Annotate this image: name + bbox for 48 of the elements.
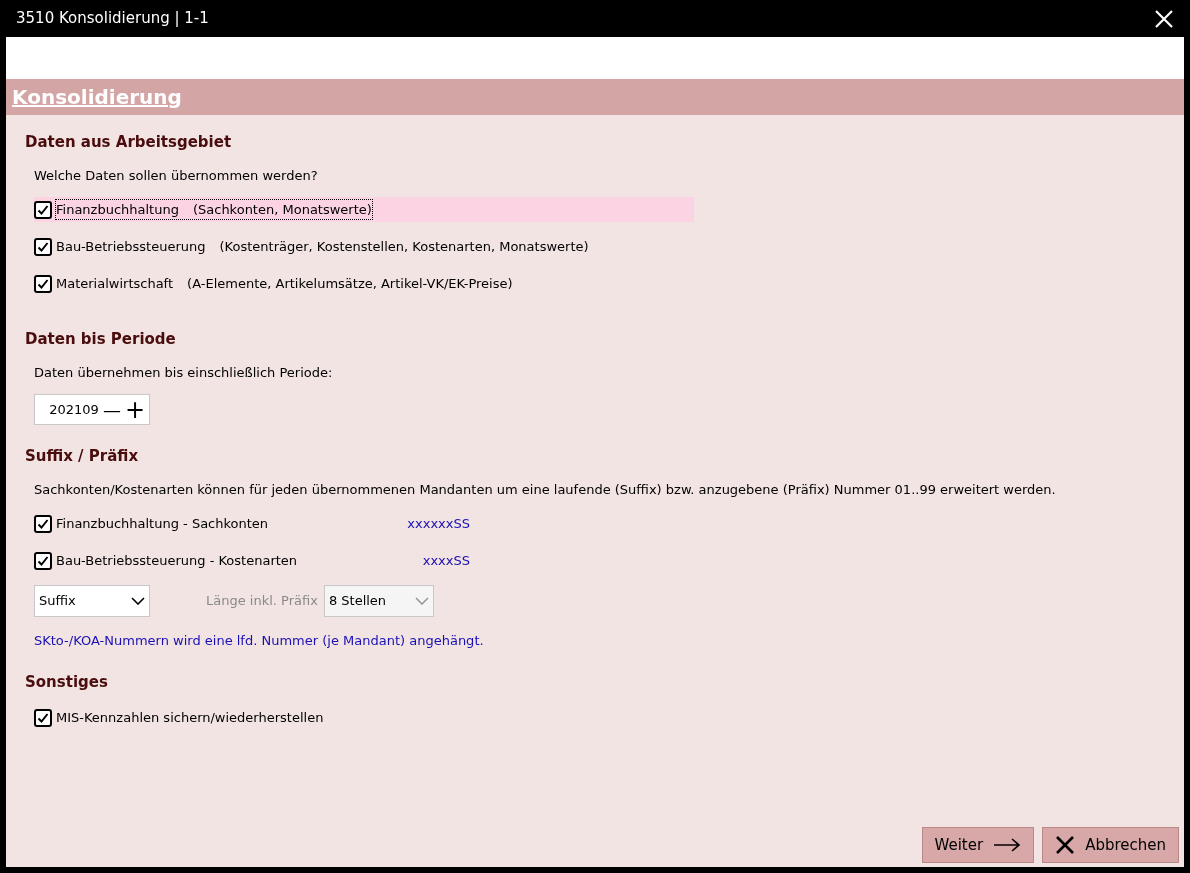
section-description: Welche Daten sollen übernommen werden? — [34, 166, 319, 185]
cancel-button[interactable]: Abbrechen — [1042, 827, 1179, 863]
checkbox-label[interactable]: Materialwirtschaft (A-Elemente, Artikelumsätze, Artikel-VK/EK-Preise) — [56, 273, 513, 294]
caret-icon — [414, 597, 429, 605]
option-detail: (Sachkonten, Monatswerte) — [192, 200, 372, 219]
arrow-right-icon — [993, 838, 1022, 852]
option-name: Materialwirtschaft — [56, 274, 174, 293]
checkbox[interactable] — [34, 237, 52, 256]
checkbox[interactable] — [34, 200, 52, 219]
increment-button[interactable]: + — [124, 397, 145, 422]
section-heading: Suffix / Präfix — [25, 446, 140, 467]
checkmark-icon — [37, 277, 49, 290]
window-title: 3510 Konsolidierung | 1-1 — [16, 8, 209, 30]
checkbox-label[interactable]: Bau-Betriebssteuerung (Kostenträger, Kostenstellen, Kostenarten, Monatswerte) — [56, 236, 589, 257]
close-icon — [1055, 835, 1076, 855]
checkmark-icon — [37, 711, 49, 724]
period-value: 202109 — [49, 400, 99, 419]
info-note: SKto-/KOA-Nummern wird eine lfd. Nummer (je Mandant) angehängt. — [34, 632, 485, 650]
checkbox[interactable] — [34, 274, 52, 293]
checkbox[interactable] — [34, 514, 52, 533]
checkbox[interactable] — [34, 551, 52, 570]
checkmark-icon — [37, 203, 49, 216]
checkmark-icon — [37, 240, 49, 253]
period-spinner[interactable]: 202109 — + — [34, 394, 150, 425]
checkbox-label[interactable]: Finanzbuchhaltung - Sachkonten — [56, 513, 356, 534]
close-icon[interactable] — [1154, 8, 1174, 29]
length-label: Länge inkl. Präfix — [206, 592, 318, 611]
option-name: Finanzbuchhaltung — [56, 200, 179, 219]
next-button[interactable]: Weiter — [921, 827, 1035, 863]
checkbox-label[interactable]: MIS-Kennzahlen sichern/wiederherstellen — [56, 707, 324, 728]
section-heading: Sonstiges — [25, 671, 109, 693]
checkmark-icon — [37, 517, 49, 530]
caret-icon — [131, 597, 145, 605]
pattern-text: xxxxSS — [421, 551, 470, 570]
section-heading: Daten bis Periode — [25, 329, 177, 350]
option-detail: (Kostenträger, Kostenstellen, Kostenarten, Monatswerte) — [219, 237, 589, 256]
checkbox[interactable] — [34, 708, 52, 727]
decrement-button[interactable]: — — [102, 400, 121, 419]
pattern-text: xxxxxxSS — [406, 514, 470, 533]
section-description: Sachkonten/Kostenarten können für jeden übernommenen Mandanten um eine laufende (Suffix) bzw. anzugebene (Präfix) Nummer 01..99 erweitert werden. — [34, 480, 1057, 499]
option-detail: (A-Elemente, Artikelumsätze, Artikel-VK/EK-Preise) — [187, 274, 513, 293]
page-title: Konsolidierung — [12, 84, 182, 111]
checkbox-label[interactable]: Bau-Betriebssteuerung - Kostenarten — [56, 550, 356, 571]
option-name: Bau-Betriebssteuerung — [56, 237, 206, 256]
mode-dropdown[interactable]: Suffix — [34, 585, 150, 617]
checkmark-icon — [37, 554, 49, 567]
section-description: Daten übernehmen bis einschließlich Periode: — [34, 363, 334, 382]
section-heading: Daten aus Arbeitsgebiet — [25, 132, 233, 153]
